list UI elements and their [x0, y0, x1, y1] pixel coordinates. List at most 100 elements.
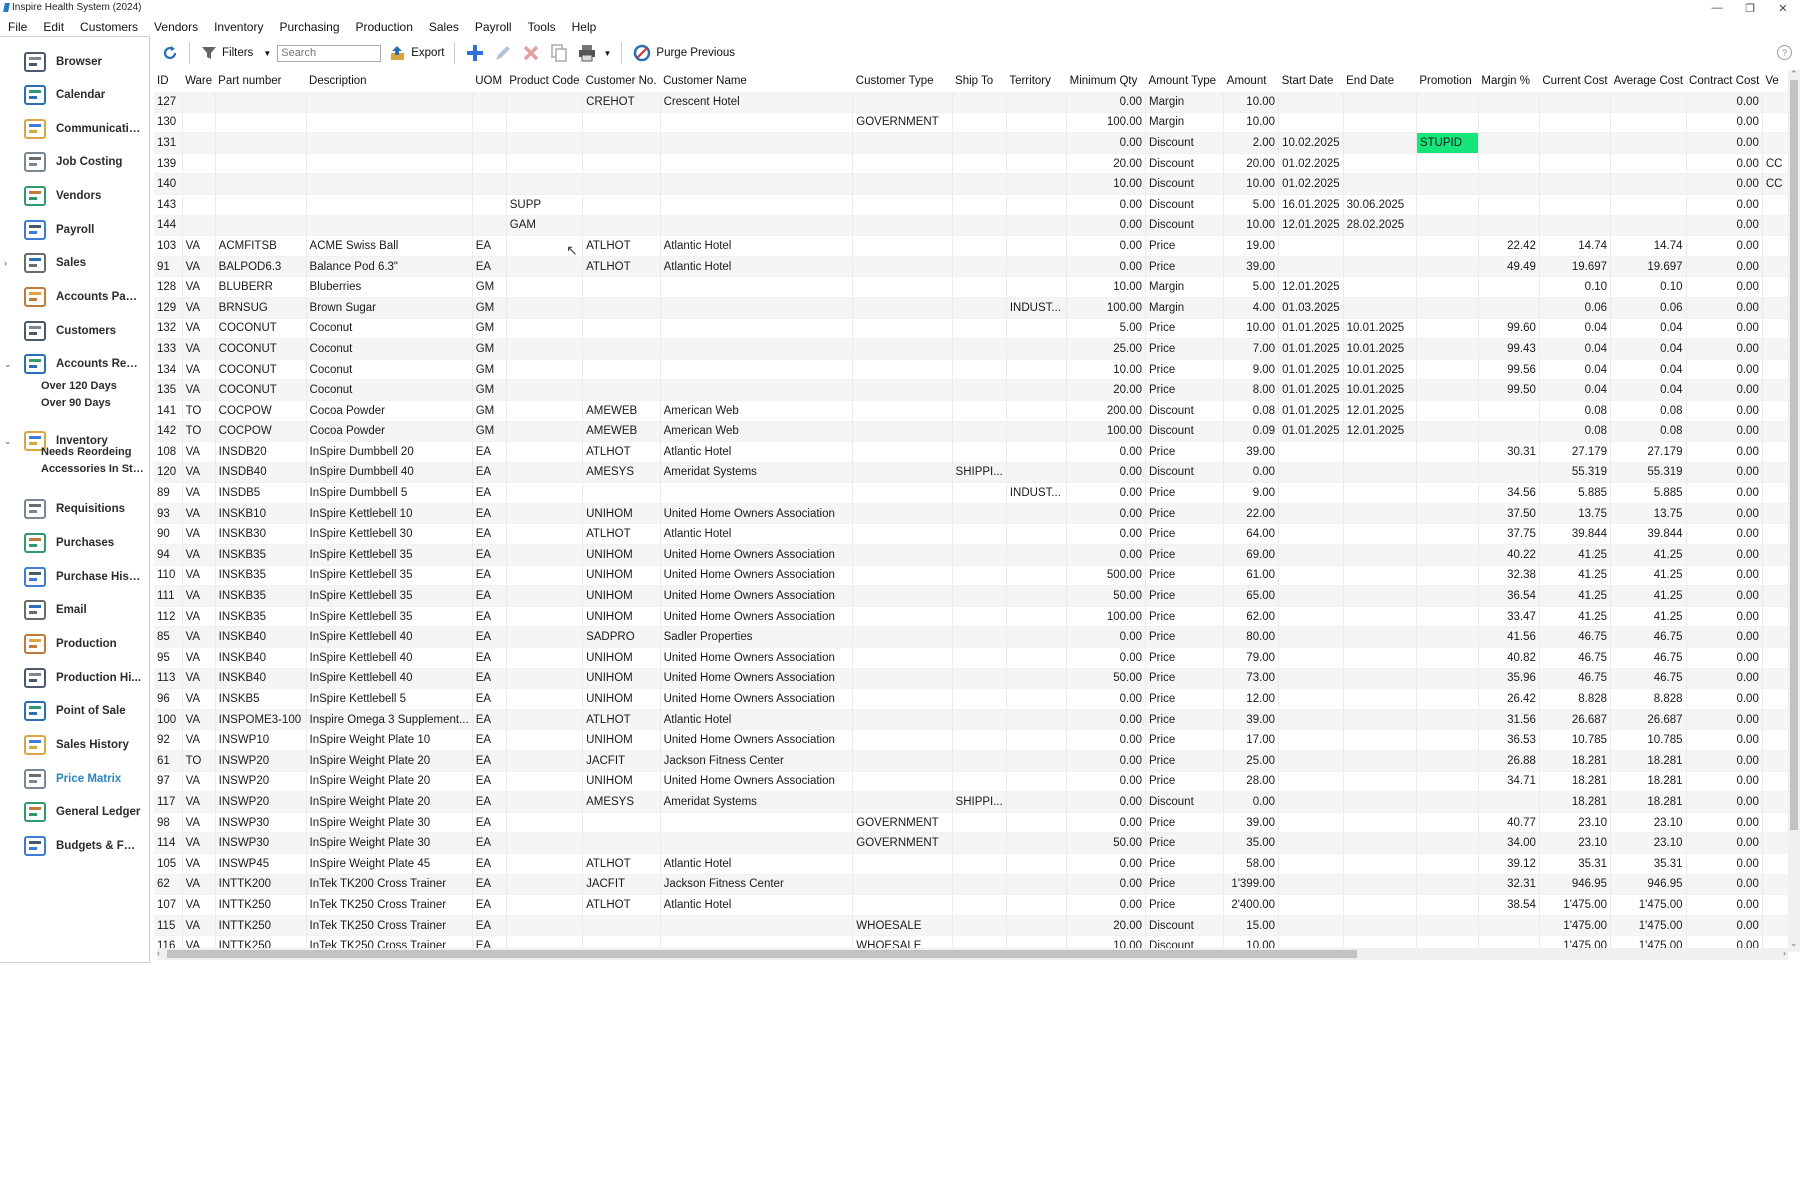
menu-sales[interactable]: Sales	[421, 20, 467, 34]
column-header[interactable]: Territory	[1006, 70, 1066, 92]
sidebar-item-price-matrix[interactable]: Price Matrix	[22, 764, 150, 794]
table-row[interactable]: 134 VA COCONUT Coconut GM 10.00 Price 9.00 01.01…	[154, 359, 1789, 381]
table-row[interactable]: 62 VA INTTK200 InTek TK200 Cross Trainer EA J…	[154, 874, 1789, 896]
sidebar-item-purchase-hist[interactable]: Purchase Hist...	[22, 562, 150, 592]
column-header[interactable]: Ve	[1762, 70, 1788, 92]
column-header[interactable]: Customer No.	[583, 70, 661, 92]
table-row[interactable]: 61 TO INSWP20 InSpire Weight Plate 20 EA JACF…	[154, 750, 1789, 772]
menu-purchasing[interactable]: Purchasing	[271, 20, 347, 34]
sidebar-item-general-ledger[interactable]: General Ledger	[22, 797, 150, 827]
sidebar-item-browser[interactable]: Browser	[22, 47, 150, 77]
menu-help[interactable]: Help	[564, 20, 605, 34]
table-row[interactable]: 132 VA COCONUT Coconut GM 5.00 Price 10.00 01.01…	[154, 318, 1789, 340]
table-row[interactable]: 115 VA INTTK250 InTek TK250 Cross Trainer EA…	[154, 915, 1789, 937]
table-row[interactable]: 98 VA INSWP30 InSpire Weight Plate 30 EA GOVE…	[154, 812, 1789, 834]
table-row[interactable]: 142 TO COCPOW Cocoa Powder GM AMEWEB American …	[154, 421, 1789, 443]
table-row[interactable]: 141 TO COCPOW Cocoa Powder GM AMEWEB American …	[154, 400, 1789, 422]
table-row[interactable]: 108 VA INSDB20 InSpire Dumbbell 20 EA ATLHOT A…	[154, 441, 1789, 463]
sidebar-item-calendar[interactable]: Calendar	[22, 80, 150, 110]
menu-production[interactable]: Production	[348, 20, 421, 34]
table-row[interactable]: 143 SUPP 0.00 Discount 5.00 16.01.2025 30.06.2…	[154, 194, 1789, 216]
collapse-arrow-icon[interactable]: ⌄	[4, 436, 12, 447]
table-row[interactable]: 91 VA BALPOD6.3 Balance Pod 6.3" EA ATLHOT Atl…	[154, 256, 1789, 278]
sidebar-item-communicatio[interactable]: Communicatio...	[22, 114, 150, 144]
table-row[interactable]: 113 VA INSKB40 InSpire Kettlebell 40 EA UNIHO…	[154, 668, 1789, 690]
print-button[interactable]: ▼	[573, 41, 615, 65]
table-row[interactable]: 120 VA INSDB40 InSpire Dumbbell 40 EA AMESYS A…	[154, 462, 1789, 484]
table-row[interactable]: 85 VA INSKB40 InSpire Kettlebell 40 EA SADPRO…	[154, 626, 1789, 649]
filters-button[interactable]: Filters ▼	[196, 41, 275, 65]
restore-button[interactable]: ❐	[1735, 0, 1765, 16]
table-row[interactable]: 100 VA INSPOME3-100 Inspire Omega 3 Supplem…	[154, 709, 1789, 731]
column-header[interactable]: End Date	[1343, 70, 1416, 92]
column-header[interactable]: Amount Type	[1146, 70, 1224, 92]
menu-tools[interactable]: Tools	[520, 20, 564, 34]
edit-button[interactable]	[489, 41, 517, 65]
table-row[interactable]: 90 VA INSKB30 InSpire Kettlebell 30 EA ATLHOT…	[154, 523, 1789, 546]
horizontal-scrollbar[interactable]: ‹ ›	[157, 948, 1788, 960]
column-header[interactable]: Ship To	[952, 70, 1006, 92]
table-row[interactable]: 114 VA INSWP30 InSpire Weight Plate 30 EA GOV…	[154, 832, 1789, 854]
column-header[interactable]: Minimum Qty	[1067, 70, 1146, 92]
sidebar-subitem[interactable]: Over 120 Days	[41, 380, 147, 392]
column-header[interactable]: Average Cost	[1611, 70, 1686, 92]
table-row[interactable]: 105 VA INSWP45 InSpire Weight Plate 45 EA ATL…	[154, 853, 1789, 875]
sidebar-item-sales[interactable]: Sales	[22, 248, 150, 278]
refresh-button[interactable]	[157, 41, 183, 65]
sidebar-item-customers[interactable]: Customers	[22, 316, 150, 346]
column-header[interactable]: Part number	[215, 70, 306, 92]
sidebar-item-payroll[interactable]: Payroll	[22, 215, 150, 245]
expand-arrow-icon[interactable]: ›	[4, 258, 7, 268]
column-header[interactable]: UOM	[472, 70, 506, 92]
sidebar-item-production-hi[interactable]: Production Hi...	[22, 663, 150, 693]
table-row[interactable]: 97 VA INSWP20 InSpire Weight Plate 20 EA UNIH…	[154, 771, 1789, 793]
sidebar-subitem[interactable]: Accessories In Sto...	[41, 463, 147, 475]
sidebar-subitem[interactable]: Needs Reordeing	[41, 446, 147, 458]
print-dropdown-icon[interactable]: ▼	[603, 49, 611, 58]
table-row[interactable]: 144 GAM 0.00 Discount 10.00 12.01.2025 28.02.2…	[154, 215, 1789, 237]
menu-file[interactable]: File	[0, 20, 35, 34]
column-header[interactable]: Customer Type	[853, 70, 952, 92]
help-icon[interactable]: ?	[1777, 45, 1792, 60]
column-header[interactable]: Description	[306, 70, 472, 92]
vertical-scrollbar[interactable]: ⌃ ⌄	[1788, 69, 1800, 952]
sidebar-item-production[interactable]: Production	[22, 629, 150, 659]
table-row[interactable]: 133 VA COCONUT Coconut GM 25.00 Price 7.00 01.01…	[154, 338, 1789, 360]
vertical-scroll-thumb[interactable]	[1790, 80, 1798, 830]
sidebar-item-sales-history[interactable]: Sales History	[22, 730, 150, 760]
table-row[interactable]: 107 VA INTTK250 InTek TK250 Cross Trainer EA…	[154, 894, 1789, 916]
table-row[interactable]: 111 VA INSKB35 InSpire Kettlebell 35 EA UNIHO…	[154, 585, 1789, 607]
collapse-arrow-icon[interactable]: ⌄	[4, 359, 12, 370]
sidebar-item-job-costing[interactable]: Job Costing	[22, 147, 150, 177]
scroll-down-arrow-icon[interactable]: ⌄	[1790, 938, 1798, 949]
search-input[interactable]	[277, 44, 382, 62]
sidebar-item-email[interactable]: Email	[22, 595, 150, 625]
table-row[interactable]: 128 VA BLUBERR Bluberries GM 10.00 Margin 5.00 1…	[154, 276, 1789, 298]
sidebar-item-vendors[interactable]: Vendors	[22, 181, 150, 211]
table-row[interactable]: 131 0.00 Discount 2.00 10.02.2025 STUPID 0.00	[154, 132, 1789, 154]
horizontal-scroll-thumb[interactable]	[167, 950, 1357, 958]
sidebar-item-requisitions[interactable]: Requisitions	[22, 494, 150, 524]
table-row[interactable]: 130 GOVERNMENT 100.00 Margin 10.00 0.00	[154, 112, 1789, 134]
column-header[interactable]: Amount	[1224, 70, 1279, 92]
menu-customers[interactable]: Customers	[72, 20, 146, 34]
table-row[interactable]: 103 VA ACMFITSB ACME Swiss Ball EA ATLHOT Atla…	[154, 235, 1789, 257]
delete-button[interactable]	[517, 41, 545, 65]
scroll-right-arrow-icon[interactable]: ›	[1783, 948, 1786, 958]
column-header[interactable]: Customer Name	[660, 70, 853, 92]
column-header[interactable]: Start Date	[1279, 70, 1344, 92]
table-row[interactable]: 95 VA INSKB40 InSpire Kettlebell 40 EA UNIHOM…	[154, 647, 1789, 669]
table-row[interactable]: 140 10.00 Discount 10.00 01.02.2025 0.00 CC	[154, 173, 1789, 195]
minimize-button[interactable]: —	[1702, 0, 1732, 16]
menu-inventory[interactable]: Inventory	[206, 20, 271, 34]
table-row[interactable]: 110 VA INSKB35 InSpire Kettlebell 35 EA UNIHO…	[154, 565, 1789, 587]
menu-edit[interactable]: Edit	[35, 20, 72, 34]
sidebar-item-accounts-paya[interactable]: Accounts Paya...	[22, 282, 150, 312]
copy-button[interactable]	[545, 41, 573, 65]
sidebar-item-budgets-for[interactable]: Budgets & For...	[22, 831, 150, 861]
scroll-up-arrow-icon[interactable]: ⌃	[1790, 69, 1798, 80]
export-button[interactable]: Export	[385, 41, 448, 65]
table-row[interactable]: 89 VA INSDB5 InSpire Dumbbell 5 EA INDUST... 0…	[154, 482, 1789, 504]
filters-dropdown-icon[interactable]: ▼	[263, 49, 271, 58]
table-row[interactable]: 96 VA INSKB5 InSpire Kettlebell 5 EA UNIHOM Un…	[154, 688, 1789, 710]
